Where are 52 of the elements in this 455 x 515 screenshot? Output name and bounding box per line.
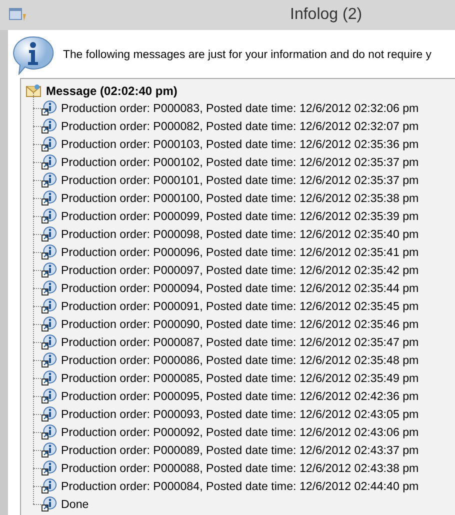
tree-item[interactable]: Production order: P000095, Posted date time: 12/6/2012 02:42:36 pm <box>61 390 419 402</box>
tree-item[interactable]: Production order: P000096, Posted date time: 12/6/2012 02:35:41 pm <box>61 246 419 258</box>
info-message: The following messages are just for your information and do not require y <box>63 49 432 61</box>
info-shortcut-icon <box>41 100 57 116</box>
info-shortcut-icon <box>41 316 57 332</box>
info-shortcut-icon <box>41 262 57 278</box>
tree-item[interactable]: Done <box>61 498 89 510</box>
tree-item[interactable]: Production order: P000091, Posted date time: 12/6/2012 02:35:45 pm <box>61 300 419 312</box>
app-icon <box>9 7 27 23</box>
tree-item[interactable]: Production order: P000090, Posted date time: 12/6/2012 02:35:46 pm <box>61 318 419 330</box>
info-shortcut-icon <box>41 460 57 476</box>
info-shortcut-icon <box>41 118 57 134</box>
info-shortcut-icon <box>41 406 57 422</box>
tree-item[interactable]: Production order: P000087, Posted date time: 12/6/2012 02:35:47 pm <box>61 336 419 348</box>
info-shortcut-icon <box>41 370 57 386</box>
tree-item[interactable]: Production order: P000099, Posted date time: 12/6/2012 02:35:39 pm <box>61 210 419 222</box>
info-shortcut-icon <box>41 478 57 494</box>
envelope-icon <box>26 84 41 97</box>
info-shortcut-icon <box>41 424 57 440</box>
window-title: Infolog (2) <box>290 6 362 24</box>
tree-item[interactable]: Production order: P000085, Posted date time: 12/6/2012 02:35:49 pm <box>61 372 419 384</box>
tree-item[interactable]: Production order: P000094, Posted date time: 12/6/2012 02:35:44 pm <box>61 282 419 294</box>
info-shortcut-icon <box>41 190 57 206</box>
tree-item[interactable]: Production order: P000097, Posted date time: 12/6/2012 02:35:42 pm <box>61 264 419 276</box>
tree-item[interactable]: Production order: P000103, Posted date time: 12/6/2012 02:35:36 pm <box>61 138 419 150</box>
info-shortcut-icon <box>41 334 57 350</box>
tree-item[interactable]: Production order: P000101, Posted date time: 12/6/2012 02:35:37 pm <box>61 174 419 186</box>
info-icon <box>11 35 55 75</box>
tree-item[interactable]: Production order: P000083, Posted date time: 12/6/2012 02:32:06 pm <box>61 102 419 114</box>
info-shortcut-icon <box>41 496 57 512</box>
info-shortcut-icon <box>41 172 57 188</box>
tree-item[interactable]: Production order: P000092, Posted date time: 12/6/2012 02:43:06 pm <box>61 426 419 438</box>
info-shortcut-icon <box>41 154 57 170</box>
tree-item[interactable]: Production order: P000088, Posted date time: 12/6/2012 02:43:38 pm <box>61 462 419 474</box>
tree-item[interactable]: Production order: P000086, Posted date time: 12/6/2012 02:35:48 pm <box>61 354 419 366</box>
info-shortcut-icon <box>41 136 57 152</box>
tree-item[interactable]: Production order: P000093, Posted date time: 12/6/2012 02:43:05 pm <box>61 408 419 420</box>
info-shortcut-icon <box>41 226 57 242</box>
info-shortcut-icon <box>41 208 57 224</box>
info-shortcut-icon <box>41 388 57 404</box>
tree-node[interactable]: Message (02:02:40 pm) <box>46 84 178 98</box>
info-shortcut-icon <box>41 442 57 458</box>
tree-item[interactable]: Production order: P000100, Posted date time: 12/6/2012 02:35:38 pm <box>61 192 419 204</box>
info-shortcut-icon <box>41 352 57 368</box>
info-shortcut-icon <box>41 298 57 314</box>
info-shortcut-icon <box>41 244 57 260</box>
tree-item[interactable]: Production order: P000089, Posted date time: 12/6/2012 02:43:37 pm <box>61 444 419 456</box>
tree-item[interactable]: Production order: P000084, Posted date time: 12/6/2012 02:44:40 pm <box>61 480 419 492</box>
info-shortcut-icon <box>41 280 57 296</box>
tree-item[interactable]: Production order: P000098, Posted date time: 12/6/2012 02:35:40 pm <box>61 228 419 240</box>
tree-item[interactable]: Production order: P000102, Posted date time: 12/6/2012 02:35:37 pm <box>61 156 419 168</box>
tree-item[interactable]: Production order: P000082, Posted date time: 12/6/2012 02:32:07 pm <box>61 120 419 132</box>
